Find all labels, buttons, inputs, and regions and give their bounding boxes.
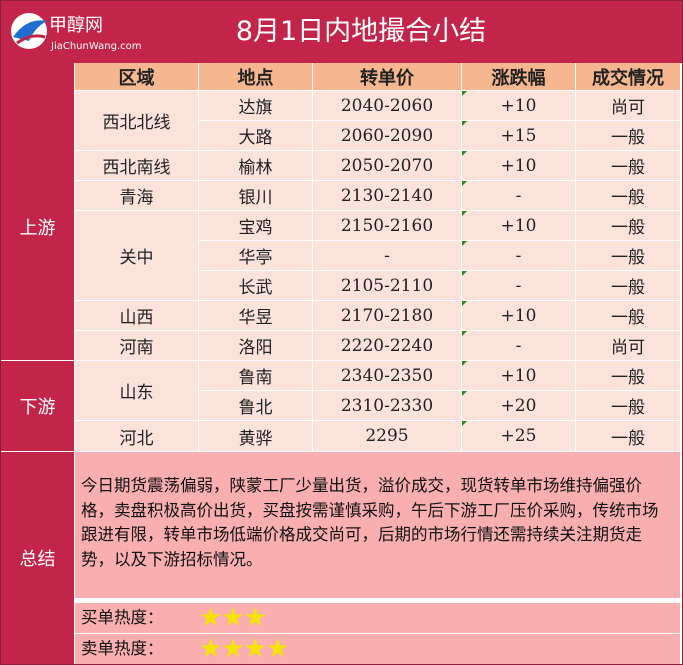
comment-marker-icon — [462, 421, 467, 426]
logo-url: JiaChunWang.com — [50, 41, 141, 52]
comment-marker-icon — [462, 241, 467, 246]
comment-marker-icon — [462, 271, 467, 276]
cell-price: 2130-2140 — [313, 181, 461, 210]
downstream-label: 下游 — [19, 397, 56, 418]
cell-status: 一般 — [576, 241, 680, 270]
cell-price: 2340-2350 — [313, 361, 461, 390]
sell-heat-row: 卖单热度： ★★★★ — [75, 634, 680, 664]
header-bar: 甲醇网 JiaChunWang.com 8月1日内地撮合小结 — [1, 1, 682, 63]
cell-status: 一般 — [576, 361, 680, 390]
star-icon: ★ — [243, 634, 267, 664]
cell-change: +10 — [462, 361, 575, 390]
summary-label: 总结 — [19, 549, 56, 570]
cell-price: 2060-2090 — [313, 121, 461, 150]
cell-change: +20 — [462, 391, 575, 420]
cell-price: 2150-2160 — [313, 211, 461, 240]
cell-status: 一般 — [576, 271, 680, 300]
cell-change: - — [462, 271, 575, 300]
cell-price: 2220-2240 — [313, 331, 461, 360]
buy-heat-stars: ★★★ — [199, 603, 267, 633]
cell-price: 2040-2060 — [313, 91, 461, 120]
jiachunwang-logo: 甲醇网 JiaChunWang.com — [11, 13, 141, 52]
upstream-label: 上游 — [19, 217, 56, 239]
sell-heat-stars: ★★★★ — [199, 634, 289, 664]
cell-price: 2050-2070 — [313, 151, 461, 180]
comment-marker-icon — [462, 391, 467, 396]
cell-status: 一般 — [576, 211, 680, 240]
column-header-price: 转单价 — [313, 63, 461, 90]
cell-price: 2105-2110 — [313, 271, 461, 300]
buy-heat-label: 买单热度： — [81, 608, 164, 627]
cell-status: 一般 — [576, 151, 680, 180]
cell-change: - — [462, 331, 575, 360]
cell-status: 一般 — [576, 421, 680, 451]
comment-marker-icon — [462, 211, 467, 216]
buy-heat-row: 买单热度： ★★★ — [75, 603, 680, 633]
star-icon: ★ — [221, 634, 244, 664]
cell-change: +25 — [462, 421, 575, 451]
cell-status: 一般 — [576, 301, 680, 330]
cell-change: - — [462, 181, 575, 210]
cell-location: 长武 — [199, 271, 312, 300]
star-icon: ★ — [221, 603, 244, 633]
cell-price: 2295 — [313, 421, 461, 451]
cell-location: 黄骅 — [199, 421, 312, 451]
cell-location: 达旗 — [199, 91, 312, 120]
sell-heat-label: 卖单热度： — [81, 639, 164, 658]
star-icon: ★ — [243, 603, 267, 633]
cell-location: 华亭 — [199, 241, 312, 270]
side-label-summary: 总结 — [1, 452, 74, 664]
region-cell: 河北 — [75, 421, 198, 451]
cell-change: - — [462, 241, 575, 270]
cell-change: +10 — [462, 211, 575, 240]
comment-marker-icon — [462, 301, 467, 306]
cell-location: 鲁北 — [199, 391, 312, 420]
region-cell: 西北北线 — [75, 91, 198, 150]
column-header-region: 区域 — [75, 63, 198, 90]
side-label-upstream: 上游 — [1, 63, 74, 360]
cell-change: +10 — [462, 301, 575, 330]
comment-marker-icon — [462, 361, 467, 366]
column-header-location: 地点 — [199, 63, 312, 90]
cell-status: 尚可 — [576, 91, 680, 120]
column-header-change: 涨跌幅 — [462, 63, 575, 90]
region-cell: 河南 — [75, 331, 198, 360]
cell-location: 洛阳 — [199, 331, 312, 360]
cell-change: +15 — [462, 121, 575, 150]
logo-text: 甲醇网 — [49, 15, 103, 36]
cell-location: 宝鸡 — [199, 211, 312, 240]
region-cell: 山东 — [75, 361, 198, 420]
region-cell: 山西 — [75, 301, 198, 330]
cell-status: 一般 — [576, 181, 680, 210]
cell-location: 华昱 — [199, 301, 312, 330]
cell-location: 鲁南 — [199, 361, 312, 390]
comment-marker-icon — [462, 181, 467, 186]
cell-location: 榆林 — [199, 151, 312, 180]
cell-status: 一般 — [576, 121, 680, 150]
cell-location: 银川 — [199, 181, 312, 210]
star-icon: ★ — [199, 603, 222, 633]
comment-marker-icon — [462, 121, 467, 126]
page-title: 8月1日内地撮合小结 — [235, 16, 487, 47]
side-label-downstream: 下游 — [1, 361, 74, 451]
star-icon: ★ — [199, 634, 222, 664]
region-cell: 关中 — [75, 211, 198, 300]
cell-price: 2310-2330 — [313, 391, 461, 420]
cell-status: 尚可 — [576, 331, 680, 360]
region-cell: 青海 — [75, 181, 198, 210]
comment-marker-icon — [462, 151, 467, 156]
cell-change: +10 — [462, 91, 575, 120]
cell-status: 一般 — [576, 391, 680, 420]
summary-text: 今日期货震荡偏弱，陕蒙工厂少量出货，溢价成交，现货转单市场维持偏强价格，卖盘积极… — [75, 452, 680, 598]
cell-change: +10 — [462, 151, 575, 180]
cell-price: - — [313, 241, 461, 270]
comment-marker-icon — [462, 91, 467, 96]
cell-price: 2170-2180 — [313, 301, 461, 330]
cell-location: 大路 — [199, 121, 312, 150]
column-header-status: 成交情况 — [576, 63, 680, 90]
star-icon: ★ — [265, 634, 289, 664]
region-cell: 西北南线 — [75, 151, 198, 180]
comment-marker-icon — [462, 331, 467, 336]
